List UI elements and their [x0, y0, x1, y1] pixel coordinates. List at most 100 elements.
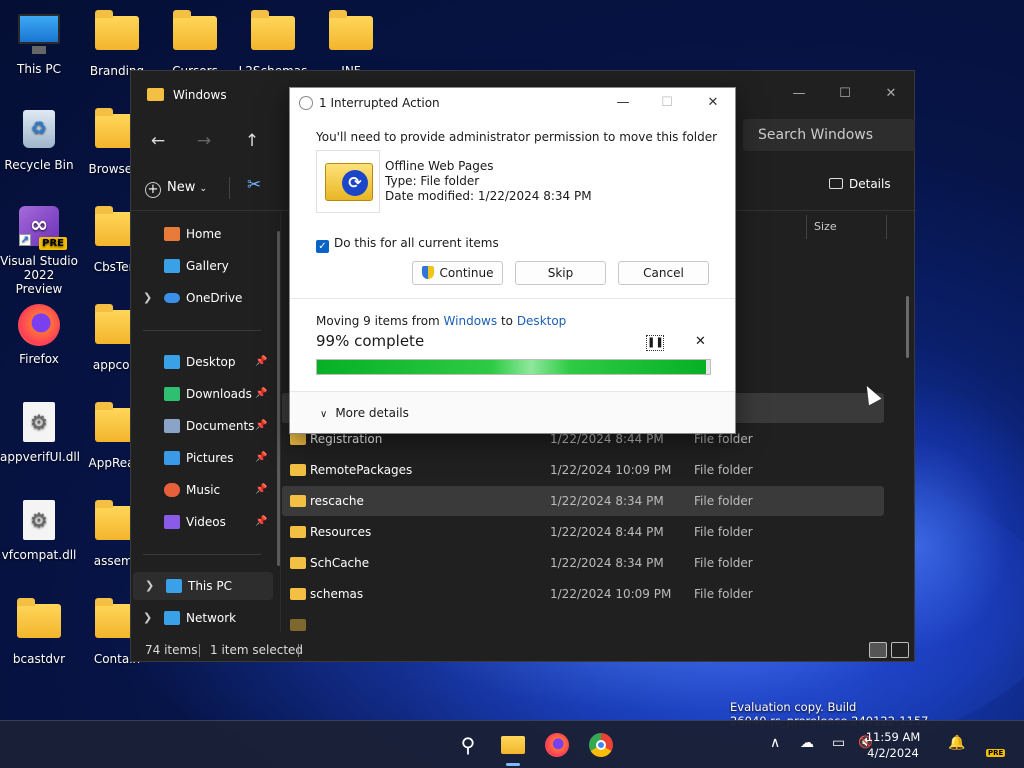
minimize-icon[interactable]: —: [603, 92, 643, 114]
column-divider: [806, 215, 807, 239]
sidebar-item-videos[interactable]: Videos 📌: [131, 508, 271, 536]
display-icon[interactable]: ▭: [832, 735, 845, 751]
desktop-icon-recycle-bin[interactable]: ♻ Recycle Bin: [0, 106, 78, 172]
table-row-partial[interactable]: [282, 610, 884, 632]
table-row-selected[interactable]: rescache 1/22/2024 8:34 PM File folder: [282, 486, 884, 516]
sidebar-divider: [143, 554, 261, 555]
close-icon[interactable]: ✕: [868, 79, 914, 109]
cut-icon[interactable]: ✂: [247, 175, 261, 195]
column-header-size[interactable]: Size: [814, 215, 837, 239]
sidebar-item-music[interactable]: Music 📌: [131, 476, 271, 504]
tiles-view-icon[interactable]: [891, 642, 909, 658]
sidebar-item-onedrive[interactable]: ❯ OneDrive: [131, 284, 271, 312]
moving-to: to: [497, 314, 517, 328]
dll-file-icon: ⚙: [23, 402, 55, 442]
sidebar-item-label: Pictures: [186, 451, 234, 465]
file-date: 1/22/2024 8:44 PM: [550, 525, 664, 539]
folder-icon: [329, 10, 373, 50]
explorer-tab-title[interactable]: Windows: [173, 88, 227, 102]
search-icon[interactable]: ⚲: [452, 729, 484, 761]
sidebar-item-label: Network: [186, 611, 237, 625]
file-info-modified: Date modified: 1/22/2024 8:34 PM: [385, 189, 592, 203]
continue-button[interactable]: Continue: [412, 261, 503, 285]
close-icon[interactable]: ✕: [693, 92, 733, 114]
pause-icon[interactable]: ❚❚: [646, 335, 664, 351]
chevron-right-icon[interactable]: ❯: [145, 572, 154, 600]
plus-icon: +: [145, 182, 161, 198]
clock-date: 4/2/2024: [867, 746, 919, 760]
desktop-icon-cursors[interactable]: Cursors: [156, 8, 234, 78]
prerelease-badge: PRE: [986, 749, 1006, 757]
chevron-up-icon[interactable]: ∧: [770, 735, 780, 751]
sidebar-scrollbar[interactable]: [277, 231, 280, 566]
sidebar-item-home[interactable]: Home: [131, 220, 271, 248]
clock-time: 11:59 AM: [865, 730, 921, 744]
maximize-icon[interactable]: ☐: [822, 79, 868, 109]
destination-link[interactable]: Desktop: [517, 314, 567, 328]
stop-icon[interactable]: ✕: [695, 334, 706, 349]
file-type: File folder: [694, 463, 753, 477]
system-clock[interactable]: 11:59 AM 4/2/2024: [862, 729, 924, 761]
desktop-icon-this-pc[interactable]: This PC: [0, 8, 78, 76]
sidebar-item-label: Home: [186, 227, 222, 241]
up-arrow-icon[interactable]: ↑: [235, 125, 269, 157]
clock-icon: [299, 96, 313, 110]
details-view-icon[interactable]: [869, 642, 887, 658]
table-row[interactable]: schemas 1/22/2024 10:09 PM File folder: [282, 579, 884, 609]
source-link[interactable]: Windows: [444, 314, 498, 328]
sidebar-item-label: Documents: [186, 419, 255, 433]
search-input[interactable]: Search Windows: [743, 119, 915, 151]
sidebar-item-gallery[interactable]: Gallery: [131, 252, 271, 280]
back-arrow-icon[interactable]: ←: [141, 125, 175, 157]
sidebar-item-downloads[interactable]: Downloads 📌: [131, 380, 271, 408]
minimize-icon[interactable]: —: [776, 79, 822, 109]
sidebar-item-documents[interactable]: Documents 📌: [131, 412, 271, 440]
file-explorer-taskbar-icon[interactable]: [497, 729, 529, 766]
table-row[interactable]: RemotePackages 1/22/2024 10:09 PM File f…: [282, 455, 884, 485]
cloud-offline-icon[interactable]: ☁: [800, 735, 814, 751]
pin-icon: 📌: [255, 484, 268, 495]
chrome-taskbar-icon[interactable]: [585, 729, 617, 761]
desktop-icon-inf[interactable]: INF: [312, 8, 390, 78]
notification-bell-icon[interactable]: 🔔: [948, 735, 965, 751]
desktop-icon-firefox[interactable]: Firefox: [0, 302, 78, 366]
desktop-icon-label: Firefox: [19, 352, 59, 366]
desktop-icon-appverifui[interactable]: ⚙ appverifUI.dll: [0, 400, 80, 464]
table-row[interactable]: Resources 1/22/2024 8:44 PM File folder: [282, 517, 884, 547]
firefox-taskbar-icon[interactable]: [541, 729, 573, 761]
apply-to-all-checkbox[interactable]: ✓ Do this for all current items: [316, 236, 499, 253]
chevron-right-icon[interactable]: ❯: [143, 604, 152, 632]
dialog-titlebar[interactable]: 1 Interrupted Action — ☐ ✕: [290, 88, 735, 118]
file-name: schemas: [310, 587, 364, 601]
dialog-message: You'll need to provide administrator per…: [316, 130, 718, 144]
sidebar-item-desktop[interactable]: Desktop 📌: [131, 348, 271, 376]
folder-icon: ⟳: [325, 163, 373, 201]
maximize-icon[interactable]: ☐: [647, 92, 687, 114]
desktop-icon-visual-studio[interactable]: ∞ PRE ↗ Visual Studio 2022 Preview: [0, 204, 78, 296]
folder-icon: [290, 526, 306, 538]
desktop-icon-l2schemas[interactable]: L2Schemas: [234, 8, 312, 78]
desktop-icon-vfcompat[interactable]: ⚙ vfcompat.dll: [0, 498, 78, 562]
file-name: SchCache: [310, 556, 370, 570]
skip-button[interactable]: Skip: [515, 261, 606, 285]
sidebar-item-label: Gallery: [186, 259, 229, 273]
cancel-button[interactable]: Cancel: [618, 261, 709, 285]
progress-bar-fill: [317, 360, 707, 374]
more-details-toggle[interactable]: ∨ More details: [320, 406, 409, 420]
table-row[interactable]: SchCache 1/22/2024 8:34 PM File folder: [282, 548, 884, 578]
dialog-title: 1 Interrupted Action: [319, 96, 440, 110]
sidebar-item-pictures[interactable]: Pictures 📌: [131, 444, 271, 472]
desktop-icon-bcastdvr[interactable]: bcastdvr: [0, 596, 78, 666]
content-scrollbar[interactable]: [906, 296, 909, 358]
sidebar-item-label: Music: [186, 483, 221, 497]
status-bar: 74 items 1 item selected: [131, 637, 916, 663]
desktop-icon-branding[interactable]: Branding: [78, 8, 156, 78]
sidebar-item-this-pc[interactable]: ❯ This PC: [133, 572, 273, 600]
sidebar-item-network[interactable]: ❯ Network: [131, 604, 271, 632]
interrupted-action-dialog: 1 Interrupted Action — ☐ ✕ You'll need t…: [289, 87, 736, 434]
new-button[interactable]: + New ⌄: [145, 175, 207, 201]
chevron-right-icon[interactable]: ❯: [143, 284, 152, 312]
forward-arrow-icon[interactable]: →: [187, 125, 221, 157]
taskbar: ⚲ ∧ ☁ ▭ 🔇 11:59 AM 4/2/2024 🔔 PRE: [0, 720, 1024, 768]
details-button[interactable]: Details: [829, 177, 891, 191]
